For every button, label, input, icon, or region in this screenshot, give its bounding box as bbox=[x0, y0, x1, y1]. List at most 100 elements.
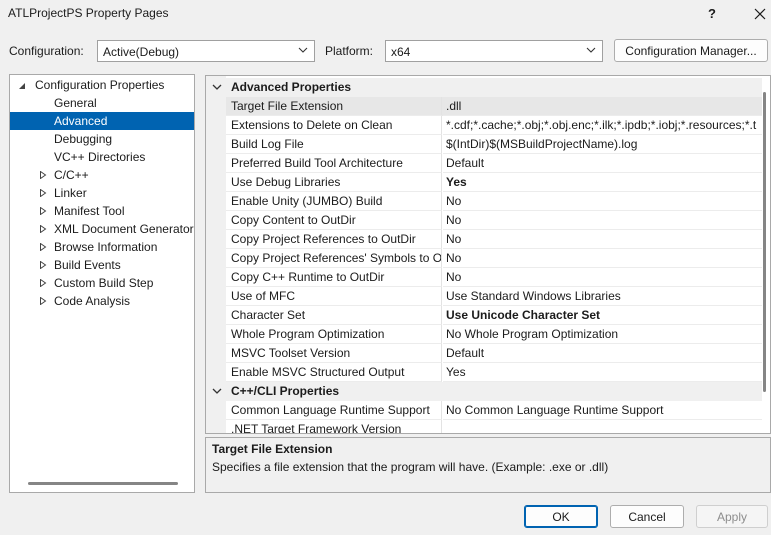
help-button[interactable]: ? bbox=[692, 0, 732, 27]
property-name: Copy Project References to OutDir bbox=[226, 230, 442, 249]
tree-item-label: Custom Build Step bbox=[54, 276, 154, 290]
property-value[interactable]: No bbox=[443, 268, 762, 287]
category-cpp-cli-properties[interactable]: C++/CLI Properties bbox=[206, 382, 762, 401]
chevron-down-icon[interactable] bbox=[212, 387, 222, 395]
property-value[interactable]: No bbox=[443, 211, 762, 230]
property-row[interactable]: Enable Unity (JUMBO) Build No bbox=[226, 192, 762, 211]
category-label: Advanced Properties bbox=[231, 80, 352, 94]
property-row[interactable]: Character Set Use Unicode Character Set bbox=[226, 306, 762, 325]
tree-item-vc-directories[interactable]: VC++ Directories bbox=[10, 148, 194, 166]
property-name: Preferred Build Tool Architecture bbox=[226, 154, 442, 173]
property-row[interactable]: Copy Content to OutDir No bbox=[226, 211, 762, 230]
property-name: Target File Extension bbox=[226, 97, 442, 116]
property-row[interactable]: Copy Project References to OutDir No bbox=[226, 230, 762, 249]
property-value[interactable]: .dll bbox=[443, 97, 762, 116]
property-name: Build Log File bbox=[226, 135, 442, 154]
property-value[interactable]: No bbox=[443, 249, 762, 268]
property-row[interactable]: Target File Extension .dll bbox=[226, 97, 762, 116]
apply-button[interactable]: Apply bbox=[696, 505, 768, 528]
tree-item-browse-information[interactable]: Browse Information bbox=[10, 238, 194, 256]
tree-item-advanced[interactable]: Advanced bbox=[10, 112, 194, 130]
property-name: Extensions to Delete on Clean bbox=[226, 116, 442, 135]
property-value[interactable]: Yes bbox=[443, 363, 762, 382]
expand-caret-icon[interactable] bbox=[39, 189, 47, 197]
property-row[interactable]: Common Language Runtime Support No Common… bbox=[226, 401, 762, 420]
property-name: MSVC Toolset Version bbox=[226, 344, 442, 363]
property-name: Enable MSVC Structured Output bbox=[226, 363, 442, 382]
property-value[interactable]: No Common Language Runtime Support bbox=[443, 401, 762, 420]
property-row[interactable]: .NET Target Framework Version bbox=[226, 420, 762, 433]
cancel-button[interactable]: Cancel bbox=[610, 505, 684, 528]
expand-caret-icon[interactable] bbox=[39, 297, 47, 305]
property-value[interactable]: Use Standard Windows Libraries bbox=[443, 287, 762, 306]
configuration-dropdown[interactable]: Active(Debug) bbox=[97, 40, 315, 62]
property-value[interactable]: No bbox=[443, 230, 762, 249]
property-row[interactable]: MSVC Toolset Version Default bbox=[226, 344, 762, 363]
configuration-value: Active(Debug) bbox=[103, 45, 180, 59]
tree-item-debugging[interactable]: Debugging bbox=[10, 130, 194, 148]
property-row[interactable]: Whole Program Optimization No Whole Progr… bbox=[226, 325, 762, 344]
close-button[interactable] bbox=[740, 0, 771, 27]
property-name: Common Language Runtime Support bbox=[226, 401, 442, 420]
tree-item-code-analysis[interactable]: Code Analysis bbox=[10, 292, 194, 310]
tree-item-label: Manifest Tool bbox=[54, 204, 125, 218]
chevron-down-icon[interactable] bbox=[212, 83, 222, 91]
property-row[interactable]: Preferred Build Tool Architecture Default bbox=[226, 154, 762, 173]
tree-item-build-events[interactable]: Build Events bbox=[10, 256, 194, 274]
expand-caret-icon[interactable] bbox=[39, 225, 47, 233]
chevron-down-icon bbox=[298, 47, 308, 53]
tree-item-label: Build Events bbox=[54, 258, 121, 272]
property-row[interactable]: Build Log File $(IntDir)$(MSBuildProjectN… bbox=[226, 135, 762, 154]
tree-item-label: VC++ Directories bbox=[54, 150, 146, 164]
tree-item-custom-build-step[interactable]: Custom Build Step bbox=[10, 274, 194, 292]
category-advanced-properties[interactable]: Advanced Properties bbox=[206, 78, 762, 97]
platform-dropdown[interactable]: x64 bbox=[385, 40, 603, 62]
expand-caret-icon[interactable] bbox=[39, 243, 47, 251]
configuration-manager-button[interactable]: Configuration Manager... bbox=[614, 39, 768, 62]
expand-caret-icon[interactable] bbox=[39, 261, 47, 269]
tree-item-linker[interactable]: Linker bbox=[10, 184, 194, 202]
ok-button[interactable]: OK bbox=[524, 505, 598, 528]
tree-item-label: Debugging bbox=[54, 132, 113, 146]
horizontal-scrollbar[interactable] bbox=[28, 482, 178, 485]
expand-caret-icon[interactable] bbox=[39, 207, 47, 215]
tree-item-label: XML Document Generator bbox=[54, 222, 194, 236]
vertical-scrollbar[interactable] bbox=[763, 92, 766, 392]
property-value[interactable]: *.cdf;*.cache;*.obj;*.obj.enc;*.ilk;*.ip… bbox=[443, 116, 762, 135]
property-value[interactable]: No bbox=[443, 192, 762, 211]
window-title: ATLProjectPS Property Pages bbox=[8, 6, 169, 20]
property-value[interactable]: Default bbox=[443, 344, 762, 363]
tree-item-xml-document-generator[interactable]: XML Document Generator bbox=[10, 220, 194, 238]
property-row[interactable]: Enable MSVC Structured Output Yes bbox=[226, 363, 762, 382]
property-value[interactable] bbox=[443, 420, 762, 433]
close-icon bbox=[754, 8, 766, 19]
property-name: Use Debug Libraries bbox=[226, 173, 442, 192]
property-value[interactable]: Yes bbox=[443, 173, 762, 192]
property-value[interactable]: $(IntDir)$(MSBuildProjectName).log bbox=[443, 135, 762, 154]
property-row[interactable]: Use Debug Libraries Yes bbox=[226, 173, 762, 192]
property-row[interactable]: Use of MFC Use Standard Windows Libraries bbox=[226, 287, 762, 306]
tree-item-c-c[interactable]: C/C++ bbox=[10, 166, 194, 184]
property-value[interactable]: Use Unicode Character Set bbox=[443, 306, 762, 325]
property-row[interactable]: Copy C++ Runtime to OutDir No bbox=[226, 268, 762, 287]
property-row[interactable]: Copy Project References' Symbols to OutD… bbox=[226, 249, 762, 268]
property-row[interactable]: Extensions to Delete on Clean *.cdf;*.cac… bbox=[226, 116, 762, 135]
property-grid: Advanced Properties Target File Extensio… bbox=[205, 75, 771, 434]
tree-item-manifest-tool[interactable]: Manifest Tool bbox=[10, 202, 194, 220]
property-name: Whole Program Optimization bbox=[226, 325, 442, 344]
property-value[interactable]: Default bbox=[443, 154, 762, 173]
tree-item-general[interactable]: General bbox=[10, 94, 194, 112]
expand-caret-icon[interactable] bbox=[39, 171, 47, 179]
property-name: Copy Project References' Symbols to OutD… bbox=[226, 249, 442, 268]
tree-item-label: C/C++ bbox=[54, 168, 89, 182]
grid-gutter bbox=[206, 76, 226, 433]
property-value[interactable]: No Whole Program Optimization bbox=[443, 325, 762, 344]
platform-label: Platform: bbox=[325, 44, 374, 58]
tree-item-label: General bbox=[54, 96, 97, 110]
expand-caret-icon[interactable] bbox=[39, 279, 47, 287]
description-body: Specifies a file extension that the prog… bbox=[212, 460, 609, 474]
description-title: Target File Extension bbox=[212, 442, 333, 456]
collapse-caret-icon[interactable] bbox=[18, 82, 26, 90]
tree-root-configuration-properties[interactable]: Configuration Properties bbox=[10, 76, 194, 94]
property-name: Copy Content to OutDir bbox=[226, 211, 442, 230]
